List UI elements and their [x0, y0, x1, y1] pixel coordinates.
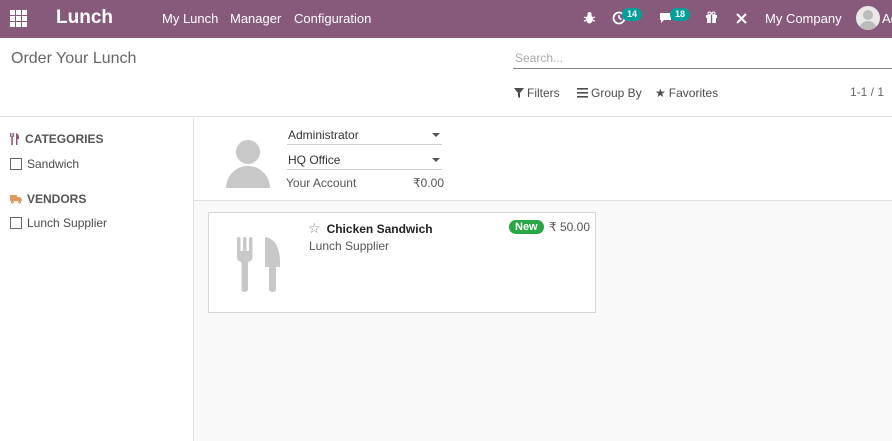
cutlery-placeholder-icon — [237, 237, 281, 292]
chevron-down-icon — [432, 133, 440, 137]
vendor-checkbox[interactable] — [10, 217, 22, 229]
category-filter-sandwich[interactable]: Sandwich — [10, 157, 79, 171]
location-select[interactable]: HQ Office — [287, 150, 442, 170]
account-label: Your Account — [286, 176, 357, 190]
gift-icon[interactable] — [705, 11, 718, 24]
favorites-label: Favorites — [668, 86, 719, 100]
filters-label: Filters — [527, 86, 560, 100]
favorite-star-icon[interactable]: ☆ — [308, 220, 321, 237]
user-avatar[interactable] — [856, 6, 880, 30]
categories-title: CATEGORIES — [25, 132, 104, 146]
menu-configuration[interactable]: Configuration — [294, 11, 371, 26]
account-balance: ₹0.00 — [413, 176, 444, 190]
product-name: Chicken Sandwich — [326, 221, 433, 236]
filters-button[interactable]: Filters — [514, 86, 560, 100]
page-title: Order Your Lunch — [11, 50, 137, 67]
debug-bug-icon[interactable] — [583, 11, 596, 25]
favorites-button[interactable]: ★ Favorites — [655, 86, 718, 100]
control-panel: Order Your Lunch Filters Group By ★ Favo… — [0, 38, 892, 117]
vendor-label: Lunch Supplier — [27, 216, 108, 230]
categories-header: CATEGORIES — [10, 132, 103, 146]
tools-wrench-icon[interactable] — [735, 12, 748, 25]
filter-sidebar: CATEGORIES Sandwich VENDORS Lunch Suppli… — [0, 118, 194, 441]
product-card[interactable]: ☆ Chicken Sandwich Lunch Supplier New ₹ … — [208, 212, 596, 313]
location-select-value: HQ Office — [288, 153, 341, 167]
search-input[interactable] — [513, 48, 892, 69]
user-select[interactable]: Administrator — [287, 125, 442, 145]
groupby-bars-icon — [577, 88, 588, 98]
user-name[interactable]: Ad — [882, 11, 892, 26]
user-account-panel: Administrator HQ Office Your Account ₹0.… — [194, 118, 892, 201]
filter-funnel-icon — [514, 88, 524, 98]
main-content: Administrator HQ Office Your Account ₹0.… — [194, 118, 892, 441]
vendors-header: VENDORS — [10, 192, 86, 206]
pager-value[interactable]: 1-1 / 1 — [850, 85, 884, 99]
app-brand[interactable]: Lunch — [56, 7, 113, 29]
vendors-title: VENDORS — [27, 192, 87, 206]
user-placeholder-avatar — [224, 138, 272, 190]
user-select-value: Administrator — [288, 128, 359, 142]
category-checkbox[interactable] — [10, 158, 22, 170]
vendor-filter-lunch-supplier[interactable]: Lunch Supplier — [10, 216, 107, 230]
category-label: Sandwich — [27, 157, 80, 171]
company-switcher[interactable]: My Company — [765, 11, 842, 26]
product-vendor: Lunch Supplier — [309, 239, 390, 253]
new-badge: New — [509, 220, 544, 234]
truck-icon — [10, 195, 22, 204]
product-price: ₹ 50.00 — [549, 220, 590, 234]
groupby-label: Group By — [591, 86, 642, 100]
messages-badge: 18 — [670, 8, 691, 21]
activity-badge: 14 — [622, 8, 643, 21]
menu-my-lunch[interactable]: My Lunch — [162, 11, 218, 26]
top-navbar: Lunch My Lunch Manager Configuration 14 … — [0, 0, 892, 38]
apps-grid-icon[interactable] — [10, 10, 27, 27]
groupby-button[interactable]: Group By — [577, 86, 642, 100]
chevron-down-icon — [432, 158, 440, 162]
menu-manager[interactable]: Manager — [230, 11, 281, 26]
cutlery-icon — [10, 133, 20, 145]
product-name-row: ☆ Chicken Sandwich — [308, 220, 433, 237]
favorites-star-icon: ★ — [655, 86, 666, 100]
